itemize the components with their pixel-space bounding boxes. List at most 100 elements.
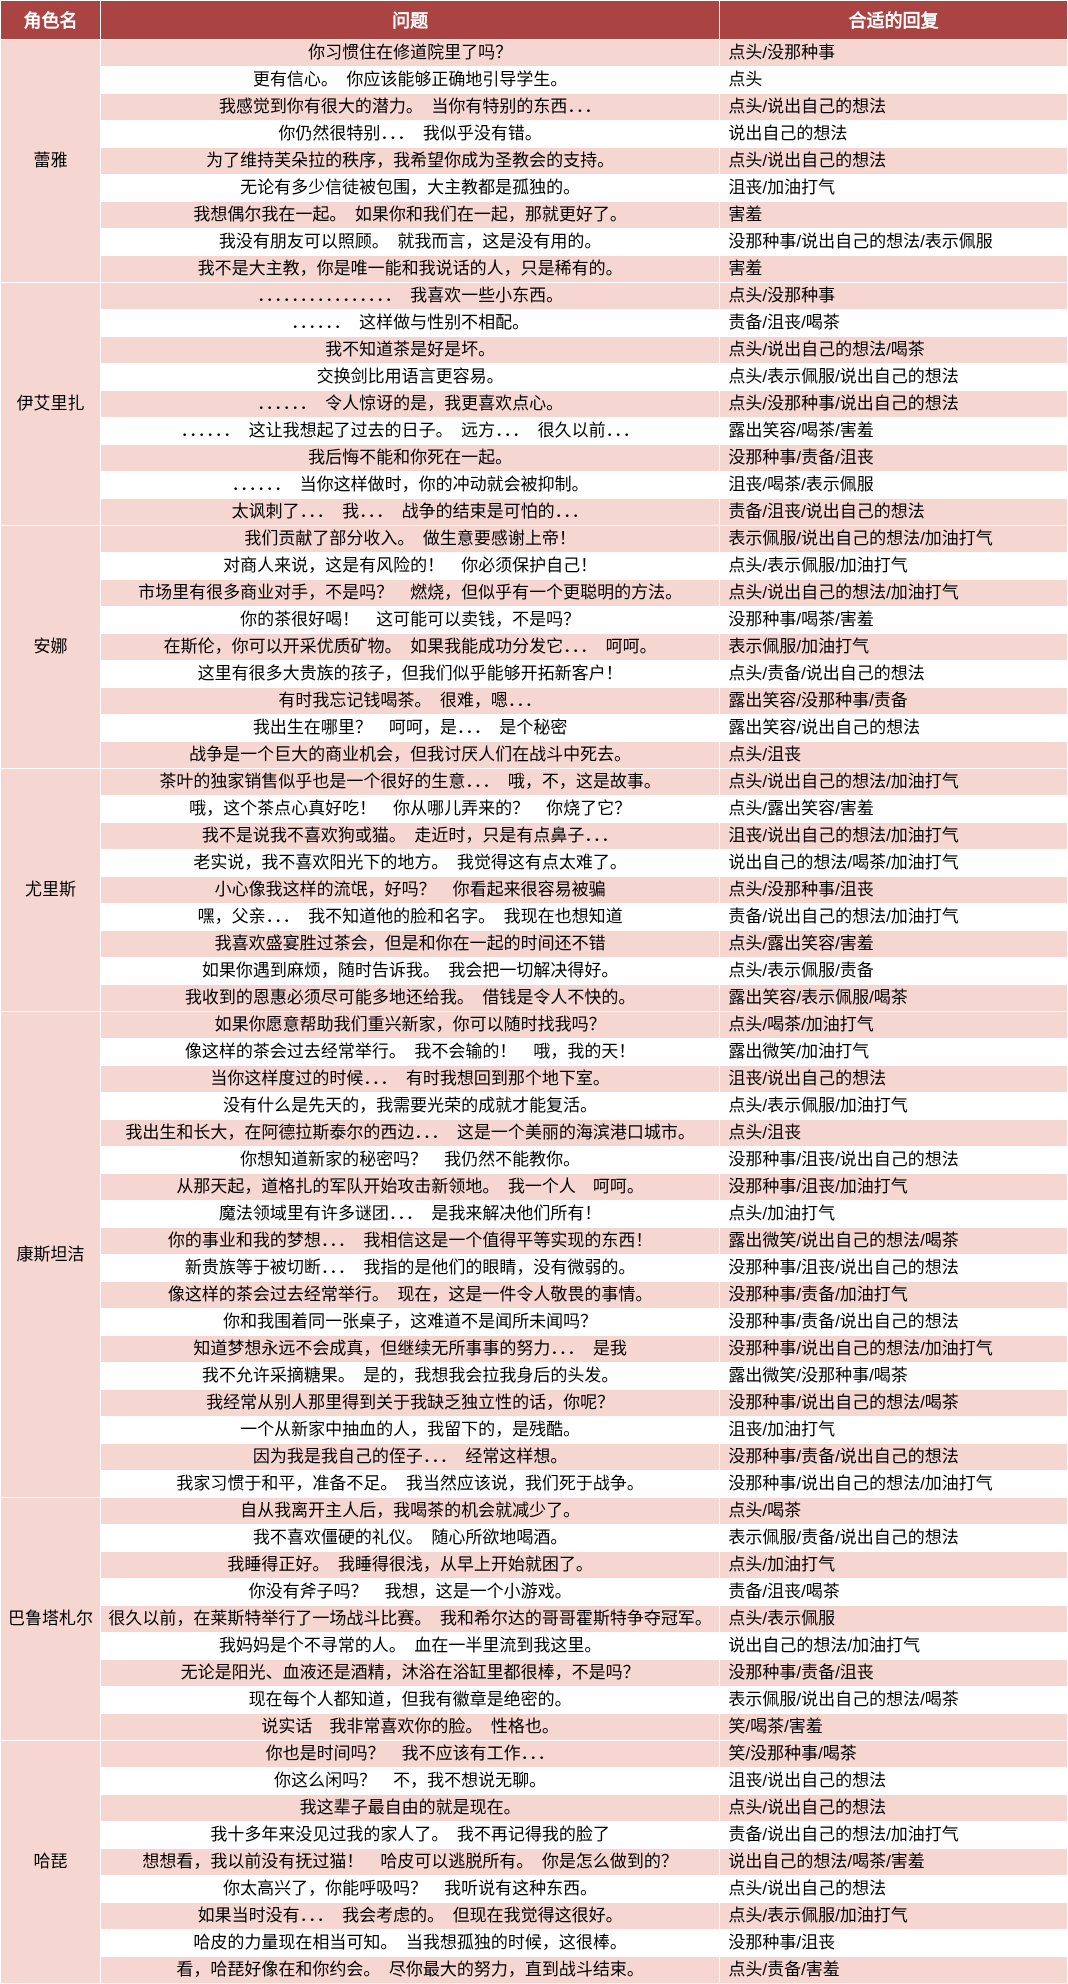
question-cell: 有时我忘记钱喝茶。 很难，嗯．．． [100,688,719,715]
answer-cell: 点头/表示佩服/加油打气 [720,1903,1068,1930]
answer-cell: 沮丧/加油打气 [720,175,1068,202]
question-cell: 你这么闲吗？ 不，我不想说无聊。 [100,1768,719,1795]
table-row: 这里有很多大贵族的孩子，但我们似乎能够开拓新客户！点头/责备/说出自己的想法 [1,661,1068,688]
question-cell: 我没有朋友可以照顾。 就我而言，这是没有用的。 [100,229,719,256]
answer-cell: 害羞 [720,256,1068,283]
table-row: 哦，这个茶点心真好吃！ 你从哪儿弄来的？ 你烧了它？点头/露出笑容/害羞 [1,796,1068,823]
question-cell: 像这样的茶会过去经常举行。 我不会输的！ 哦，我的天！ [100,1039,719,1066]
table-row: 我出生在哪里？ 呵呵，是．．． 是个秘密露出笑容/说出自己的想法 [1,715,1068,742]
table-row: ．．．．．． 令人惊讶的是，我更喜欢点心。点头/没那种事/说出自己的想法 [1,391,1068,418]
table-row: 更有信心。 你应该能够正确地引导学生。点头 [1,67,1068,94]
dialogue-table: 角色名 问题 合适的回复 蕾雅你习惯住在修道院里了吗？点头/没那种事更有信心。 … [0,0,1068,1984]
table-row: 很久以前，在莱斯特举行了一场战斗比赛。 我和希尔达的哥哥霍斯特争夺冠军。点头/表… [1,1606,1068,1633]
answer-cell: 没那种事/责备/沮丧 [720,445,1068,472]
question-cell: 如果你愿意帮助我们重兴新家，你可以随时找我吗？ [100,1012,719,1039]
character-name-cell: 伊艾里扎 [1,283,101,526]
table-row: 知道梦想永远不会成真，但继续无所事事的努力．．． 是我没那种事/说出自己的想法/… [1,1336,1068,1363]
question-cell: 我们贡献了部分收入。 做生意要感谢上帝！ [100,526,719,553]
table-row: 像这样的茶会过去经常举行。 现在，这是一件令人敬畏的事情。没那种事/责备/加油打… [1,1282,1068,1309]
answer-cell: 点头/说出自己的想法 [720,1795,1068,1822]
table-row: 无论有多少信徒被包围，大主教都是孤独的。沮丧/加油打气 [1,175,1068,202]
answer-cell: 露出笑容/表示佩服/喝茶 [720,985,1068,1012]
answer-cell: 没那种事/责备/说出自己的想法 [720,1444,1068,1471]
question-cell: 一个从新家中抽血的人，我留下的，是残酷。 [100,1417,719,1444]
answer-cell: 没那种事/说出自己的想法/加油打气 [720,1336,1068,1363]
question-cell: 你太高兴了，你能呼吸吗？ 我听说有这种东西。 [100,1876,719,1903]
question-cell: ．．．．．． 令人惊讶的是，我更喜欢点心。 [100,391,719,418]
question-cell: 知道梦想永远不会成真，但继续无所事事的努力．．． 是我 [100,1336,719,1363]
table-row: 你的事业和我的梦想．．． 我相信这是一个值得平等实现的东西！露出微笑/说出自己的… [1,1228,1068,1255]
question-cell: ．．．．．． 当你这样做时，你的冲动就会被抑制。 [100,472,719,499]
table-row: 我不是大主教，你是唯一能和我说话的人，只是稀有的。害羞 [1,256,1068,283]
answer-cell: 说出自己的想法 [720,121,1068,148]
question-cell: 我出生和长大，在阿德拉斯泰尔的西边．．． 这是一个美丽的海滨港口城市。 [100,1120,719,1147]
answer-cell: 责备/说出自己的想法/加油打气 [720,904,1068,931]
table-row: 现在每个人都知道，但我有徽章是绝密的。表示佩服/说出自己的想法/喝茶 [1,1687,1068,1714]
question-cell: 没有什么是先天的，我需要光荣的成就才能复活。 [100,1093,719,1120]
answer-cell: 沮丧/说出自己的想法/加油打气 [720,823,1068,850]
answer-cell: 点头/责备/说出自己的想法 [720,661,1068,688]
table-row: 康斯坦洁如果你愿意帮助我们重兴新家，你可以随时找我吗？点头/喝茶/加油打气 [1,1012,1068,1039]
table-row: 安娜我们贡献了部分收入。 做生意要感谢上帝！表示佩服/说出自己的想法/加油打气 [1,526,1068,553]
question-cell: 从那天起，道格扎的军队开始攻击新领地。 我一个人 呵呵。 [100,1174,719,1201]
answer-cell: 点头/表示佩服/说出自己的想法 [720,364,1068,391]
answer-cell: 没那种事/沮丧/说出自己的想法 [720,1255,1068,1282]
question-cell: 哈皮的力量现在相当可知。 当我想孤独的时候，这很棒。 [100,1930,719,1957]
question-cell: 我收到的恩惠必须尽可能多地还给我。 借钱是令人不快的。 [100,985,719,1012]
character-name-cell: 康斯坦洁 [1,1012,101,1498]
question-cell: 为了维持芙朵拉的秩序，我希望你成为圣教会的支持。 [100,148,719,175]
question-cell: 我十多年来没见过我的家人了。 我不再记得我的脸了 [100,1822,719,1849]
answer-cell: 点头/说出自己的想法/喝茶 [720,337,1068,364]
question-cell: 我家习惯于和平，准备不足。 我当然应该说，我们死于战争。 [100,1471,719,1498]
table-row: 哈皮的力量现在相当可知。 当我想孤独的时候，这很棒。没那种事/沮丧 [1,1930,1068,1957]
table-row: 哈琵你也是时间吗？ 我不应该有工作．．．笑/没那种事/喝茶 [1,1741,1068,1768]
table-row: 我想偶尔我在一起。 如果你和我们在一起，那就更好了。害羞 [1,202,1068,229]
question-cell: 嘿，父亲．．． 我不知道他的脸和名字。 我现在也想知道 [100,904,719,931]
table-row: 老实说，我不喜欢阳光下的地方。 我觉得这有点太难了。说出自己的想法/喝茶/加油打… [1,850,1068,877]
question-cell: 你仍然很特别．．． 我似乎没有错。 [100,121,719,148]
answer-cell: 点头/没那种事 [720,40,1068,67]
character-name-cell: 巴鲁塔札尔 [1,1498,101,1741]
question-cell: 更有信心。 你应该能够正确地引导学生。 [100,67,719,94]
answer-cell: 说出自己的想法/喝茶/害羞 [720,1849,1068,1876]
question-cell: 如果当时没有．．． 我会考虑的。 但现在我觉得这很好。 [100,1903,719,1930]
answer-cell: 点头/说出自己的想法/加油打气 [720,580,1068,607]
table-row: 想想看，我以前没有抚过猫！ 哈皮可以逃脱所有。 你是怎么做到的？说出自己的想法/… [1,1849,1068,1876]
answer-cell: 露出笑容/说出自己的想法 [720,715,1068,742]
question-cell: 想想看，我以前没有抚过猫！ 哈皮可以逃脱所有。 你是怎么做到的？ [100,1849,719,1876]
answer-cell: 沮丧/喝茶/表示佩服 [720,472,1068,499]
answer-cell: 露出微笑/说出自己的想法/喝茶 [720,1228,1068,1255]
table-row: 新贵族等于被切断．．． 我指的是他们的眼睛，没有微弱的。没那种事/沮丧/说出自己… [1,1255,1068,1282]
table-row: 你和我围着同一张桌子，这难道不是闻所未闻吗？没那种事/责备/说出自己的想法 [1,1309,1068,1336]
table-row: ．．．．．． 当你这样做时，你的冲动就会被抑制。沮丧/喝茶/表示佩服 [1,472,1068,499]
answer-cell: 沮丧/说出自己的想法 [720,1066,1068,1093]
header-question: 问题 [100,1,719,40]
table-row: 交换剑比用语言更容易。点头/表示佩服/说出自己的想法 [1,364,1068,391]
question-cell: 交换剑比用语言更容易。 [100,364,719,391]
table-row: 我这辈子最自由的就是现在。点头/说出自己的想法 [1,1795,1068,1822]
question-cell: 你的事业和我的梦想．．． 我相信这是一个值得平等实现的东西！ [100,1228,719,1255]
answer-cell: 责备/说出自己的想法/加油打气 [720,1822,1068,1849]
answer-cell: 表示佩服/责备/说出自己的想法 [720,1525,1068,1552]
table-row: 如果你遇到麻烦，随时告诉我。 我会把一切解决得好。点头/表示佩服/责备 [1,958,1068,985]
table-row: 无论是阳光、血液还是酒精，沐浴在浴缸里都很棒，不是吗？没那种事/责备/沮丧 [1,1660,1068,1687]
table-row: 我不允许采摘糖果。 是的，我想我会拉我身后的头发。露出微笑/没那种事/喝茶 [1,1363,1068,1390]
question-cell: 市场里有很多商业对手，不是吗？ 燃烧，但似乎有一个更聪明的方法。 [100,580,719,607]
answer-cell: 露出微笑/没那种事/喝茶 [720,1363,1068,1390]
answer-cell: 点头/喝茶/加油打气 [720,1012,1068,1039]
answer-cell: 没那种事/喝茶/害羞 [720,607,1068,634]
question-cell: 我不喜欢僵硬的礼仪。 随心所欲地喝酒。 [100,1525,719,1552]
answer-cell: 责备/沮丧/喝茶 [720,1579,1068,1606]
character-name-cell: 尤里斯 [1,769,101,1012]
question-cell: 我后悔不能和你死在一起。 [100,445,719,472]
header-name: 角色名 [1,1,101,40]
table-row: 魔法领域里有许多谜团．．． 是我来解决他们所有！点头/加油打气 [1,1201,1068,1228]
answer-cell: 点头/沮丧 [720,742,1068,769]
answer-cell: 表示佩服/加油打气 [720,634,1068,661]
question-cell: 现在每个人都知道，但我有徽章是绝密的。 [100,1687,719,1714]
question-cell: 当你这样度过的时候．．． 有时我想回到那个地下室。 [100,1066,719,1093]
question-cell: 我不是说我不喜欢狗或猫。 走近时，只是有点鼻子．．． [100,823,719,850]
question-cell: 我睡得正好。 我睡得很浅，从早上开始就困了。 [100,1552,719,1579]
question-cell: 小心像我这样的流氓，好吗？ 你看起来很容易被骗 [100,877,719,904]
table-row: 我喜欢盛宴胜过茶会，但是和你在一起的时间还不错点头/露出笑容/害羞 [1,931,1068,958]
